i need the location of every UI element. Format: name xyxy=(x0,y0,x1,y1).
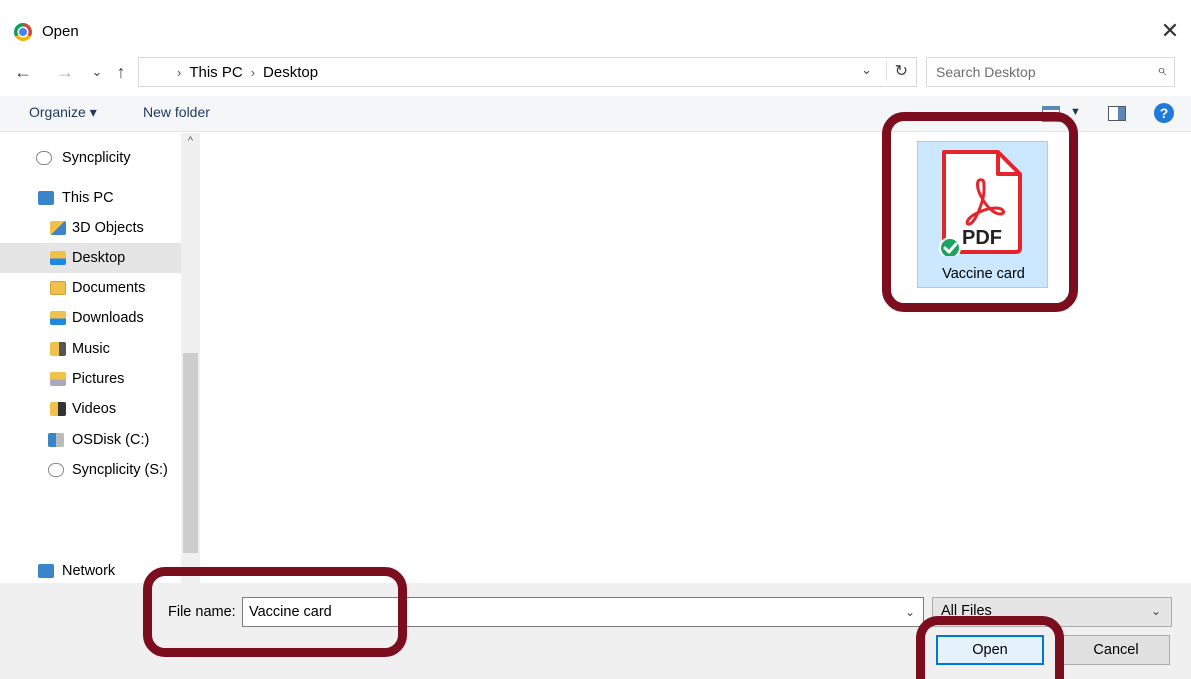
sidebar-scrollbar[interactable]: ^ xyxy=(181,133,200,583)
address-bar[interactable]: › This PC › Desktop ⌄ ↻ xyxy=(138,57,917,87)
sidebar-item-label: Documents xyxy=(72,280,146,296)
sidebar-item-label: Music xyxy=(72,341,110,357)
scroll-up-icon[interactable]: ^ xyxy=(181,135,200,147)
sidebar-item-label: Syncplicity (S:) xyxy=(72,462,168,478)
navigation-bar: ← → ⌄ ↑ › This PC › Desktop ⌄ ↻ Search Desk… xyxy=(0,55,1191,89)
chevron-down-icon[interactable]: ⌄ xyxy=(905,605,915,619)
title-bar: Open ✕ xyxy=(0,0,1191,46)
scrollbar-thumb[interactable] xyxy=(183,353,198,553)
sync-status-icon xyxy=(939,237,961,256)
sidebar-item-label: Pictures xyxy=(72,371,125,387)
new-folder-button[interactable]: New folder xyxy=(143,104,210,120)
downloads-folder-icon xyxy=(50,311,66,325)
sidebar-item-label: Syncplicity xyxy=(62,150,131,166)
cancel-button[interactable]: Cancel xyxy=(1062,635,1170,665)
sidebar-item-downloads[interactable]: Downloads xyxy=(0,303,181,333)
search-input[interactable]: Search Desktop ⌕ xyxy=(926,57,1175,87)
desktop-folder-icon xyxy=(50,251,66,265)
sidebar-item-music[interactable]: Music xyxy=(0,334,181,364)
footer: File name: Vaccine card ⌄ All Files ⌄ Op… xyxy=(0,583,1191,679)
folder-3d-icon xyxy=(50,221,66,235)
sidebar-item-network[interactable]: Network xyxy=(0,556,181,586)
sidebar-item-osdisk[interactable]: OSDisk (C:) xyxy=(0,425,181,455)
cloud-icon xyxy=(36,151,52,165)
file-type-label: PDF xyxy=(962,227,1002,249)
sidebar-item-syncplicity-drive[interactable]: Syncplicity (S:) xyxy=(0,455,181,485)
videos-folder-icon xyxy=(50,402,66,416)
sidebar-item-label: This PC xyxy=(62,190,114,206)
sidebar-item-label: Network xyxy=(62,563,116,579)
cloud-drive-icon xyxy=(48,463,64,477)
music-folder-icon xyxy=(50,342,66,356)
sidebar-item-label: OSDisk (C:) xyxy=(72,432,150,448)
breadcrumb: › This PC › Desktop xyxy=(169,64,318,81)
breadcrumb-separator: › xyxy=(250,65,256,80)
sidebar-item-3d-objects[interactable]: 3D Objects xyxy=(0,213,181,243)
file-name-field[interactable]: Vaccine card ⌄ xyxy=(242,597,924,627)
search-placeholder: Search Desktop xyxy=(936,64,1036,80)
forward-icon[interactable]: → xyxy=(54,59,76,85)
close-icon[interactable]: ✕ xyxy=(1157,18,1183,44)
sidebar-item-pictures[interactable]: Pictures xyxy=(0,364,181,394)
sidebar-item-syncplicity[interactable]: Syncplicity xyxy=(0,143,181,173)
pdf-file-icon: PDF xyxy=(939,150,1022,256)
window-title: Open xyxy=(42,23,79,40)
drive-icon xyxy=(48,433,64,447)
file-name-label: File name: xyxy=(168,604,236,620)
preview-pane-icon[interactable] xyxy=(1108,106,1126,121)
file-item-vaccine-card[interactable]: PDF Vaccine card xyxy=(917,141,1048,288)
help-icon[interactable]: ? xyxy=(1154,103,1174,123)
pictures-folder-icon xyxy=(50,372,66,386)
sidebar-item-videos[interactable]: Videos xyxy=(0,394,181,424)
open-button[interactable]: Open xyxy=(936,635,1044,665)
up-icon[interactable]: ↑ xyxy=(110,59,132,85)
breadcrumb-desktop[interactable]: Desktop xyxy=(263,64,318,81)
file-type-value: All Files xyxy=(941,603,992,619)
sidebar-item-this-pc[interactable]: This PC xyxy=(0,183,181,213)
search-icon[interactable]: ⌕ xyxy=(1157,62,1166,80)
command-bar: Organize ▾ New folder ▼ ? xyxy=(0,96,1191,132)
file-list: PDF Vaccine card xyxy=(201,133,1191,583)
sidebar-item-label: Videos xyxy=(72,401,117,417)
breadcrumb-this-pc[interactable]: This PC xyxy=(189,64,242,81)
sidebar-item-desktop[interactable]: Desktop xyxy=(0,243,181,273)
organize-button[interactable]: Organize ▾ xyxy=(29,104,97,121)
sidebar-item-documents[interactable]: Documents xyxy=(0,273,181,303)
network-icon xyxy=(38,564,54,578)
recent-locations-icon[interactable]: ⌄ xyxy=(86,59,108,85)
pc-icon xyxy=(38,191,54,205)
documents-folder-icon xyxy=(50,281,66,295)
chevron-down-icon[interactable]: ⌄ xyxy=(1151,604,1161,618)
sidebar-item-label: 3D Objects xyxy=(72,220,144,236)
chevron-down-icon[interactable]: ▼ xyxy=(1070,106,1081,118)
chevron-down-icon[interactable]: ⌄ xyxy=(861,62,872,78)
sidebar-item-label: Downloads xyxy=(72,310,144,326)
file-name-value: Vaccine card xyxy=(249,604,332,620)
view-options-icon[interactable] xyxy=(1042,106,1060,122)
breadcrumb-separator: › xyxy=(177,65,182,80)
navigation-pane: Syncplicity This PC 3D Objects Desktop D… xyxy=(0,133,200,583)
back-icon[interactable]: ← xyxy=(12,59,34,85)
refresh-icon[interactable]: ↻ xyxy=(885,61,908,81)
chrome-icon xyxy=(14,23,32,41)
file-name: Vaccine card xyxy=(942,266,1025,282)
file-type-select[interactable]: All Files ⌄ xyxy=(932,597,1172,627)
sidebar-item-label: Desktop xyxy=(72,250,126,266)
